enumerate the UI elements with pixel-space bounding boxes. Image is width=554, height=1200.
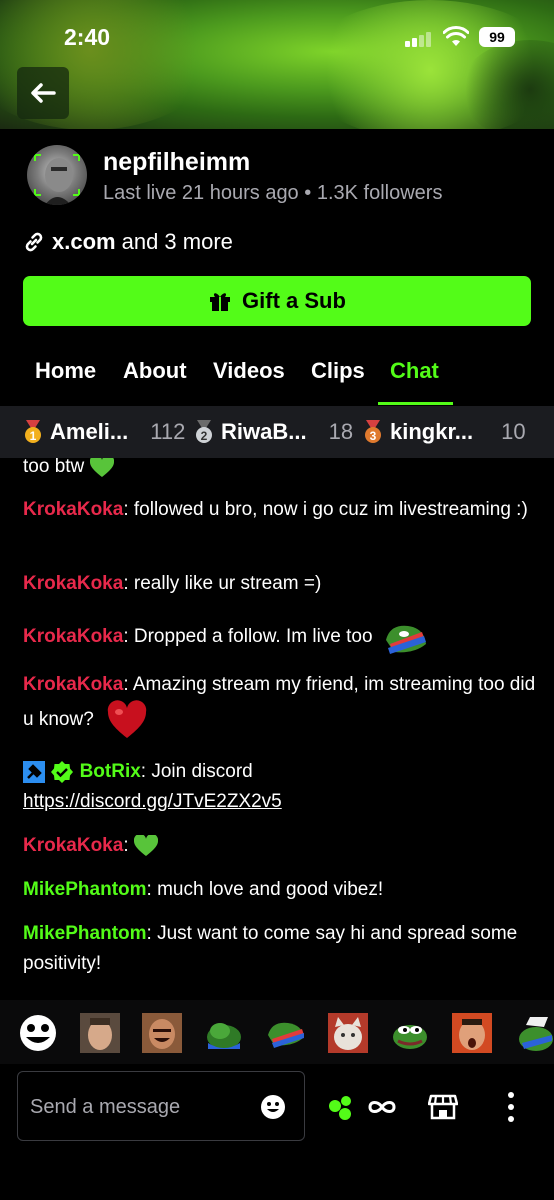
leaderboard-count: 18 bbox=[328, 419, 354, 444]
last-live-text: Last live 21 hours ago bbox=[103, 182, 299, 204]
tab-clips[interactable]: Clips bbox=[311, 358, 365, 384]
chat-message-fragment: too btw bbox=[23, 458, 538, 482]
meta-separator: • bbox=[304, 182, 312, 204]
troll-face-emote[interactable] bbox=[18, 1013, 58, 1053]
chat-message[interactable]: MikePhantom: Just want to come say hi an… bbox=[23, 919, 538, 979]
message-input-container[interactable] bbox=[17, 1071, 305, 1141]
verified-badge-icon bbox=[51, 760, 74, 783]
cat-emote[interactable] bbox=[328, 1013, 368, 1053]
laughing-face-emote[interactable] bbox=[142, 1013, 182, 1053]
chat-message-text: : followed u bro, now i go cuz im livest… bbox=[123, 499, 528, 520]
chat-username[interactable]: MikePhantom bbox=[23, 879, 147, 900]
gift-icon bbox=[210, 293, 231, 311]
battery-indicator: 99 bbox=[479, 27, 515, 47]
svg-text:2: 2 bbox=[201, 429, 208, 443]
chat-message-text: : Join discord bbox=[140, 761, 253, 782]
chat-username[interactable]: BotRix bbox=[80, 761, 141, 782]
svg-text:1: 1 bbox=[30, 429, 37, 443]
moderator-badge-icon bbox=[23, 760, 45, 783]
pepe-blue-emote[interactable] bbox=[204, 1013, 244, 1053]
chat-message[interactable]: KrokaKoka: Amazing stream my friend, im … bbox=[23, 670, 538, 740]
social-links[interactable]: x.com and 3 more bbox=[22, 229, 233, 255]
shocked-face-emote[interactable] bbox=[452, 1013, 492, 1053]
wifi-icon bbox=[443, 26, 469, 46]
chat-username[interactable]: KrokaKoka bbox=[23, 835, 123, 856]
more-options-button[interactable] bbox=[494, 1090, 528, 1124]
more-vertical-icon bbox=[508, 1092, 514, 1122]
chat-message-text: : bbox=[123, 835, 129, 856]
avatar[interactable] bbox=[27, 145, 87, 205]
chat-message-text: : really like ur stream =) bbox=[123, 573, 322, 594]
chat-message[interactable]: KrokaKoka: really like ur stream =) bbox=[23, 569, 538, 599]
tab-home[interactable]: Home bbox=[35, 358, 96, 384]
store-icon bbox=[428, 1094, 458, 1120]
back-button[interactable] bbox=[17, 67, 69, 119]
leaderboard-name: Ameli... bbox=[50, 419, 129, 444]
face-emote[interactable] bbox=[80, 1013, 120, 1053]
leaderboard-count: 112 bbox=[150, 419, 186, 444]
link-more[interactable]: and 3 more bbox=[122, 229, 233, 255]
infinity-button[interactable] bbox=[365, 1090, 399, 1124]
tab-about[interactable]: About bbox=[123, 358, 187, 384]
tab-videos[interactable]: Videos bbox=[213, 358, 285, 384]
pepe-rainbow-emote[interactable] bbox=[266, 1013, 306, 1053]
message-input[interactable] bbox=[30, 1092, 250, 1122]
back-arrow-icon bbox=[31, 83, 56, 103]
silver-medal-icon: 2 bbox=[196, 420, 212, 443]
green-heart-emoji bbox=[89, 458, 114, 477]
chat-message[interactable]: MikePhantom: much love and good vibez! bbox=[23, 875, 538, 905]
kicks-icon bbox=[329, 1096, 351, 1120]
chat-message-text: too btw bbox=[23, 458, 85, 477]
leaderboard-item[interactable]: 3 kingkr... 10 bbox=[362, 419, 526, 445]
green-heart-emoji bbox=[133, 834, 158, 856]
leaderboard-item[interactable]: 2 RiwaB... 18 bbox=[193, 419, 353, 445]
status-bar: 2:40 99 bbox=[0, 20, 554, 56]
tab-chat[interactable]: Chat bbox=[390, 358, 439, 384]
chat-feed[interactable]: too btw KrokaKoka: followed u bro, now i… bbox=[0, 458, 554, 998]
red-heart-emoji bbox=[107, 700, 147, 738]
channel-tabs: Home About Videos Clips Chat bbox=[0, 350, 554, 406]
channel-meta: Last live 21 hours ago • 1.3K followers bbox=[103, 182, 442, 205]
store-button[interactable] bbox=[426, 1090, 460, 1124]
link-icon bbox=[25, 232, 43, 252]
chat-username[interactable]: MikePhantom bbox=[23, 923, 147, 944]
chat-message-text: : Dropped a follow. Im live too bbox=[123, 626, 373, 648]
chat-message[interactable]: KrokaKoka: Dropped a follow. Im live too bbox=[23, 618, 538, 656]
pepe-smile-emote[interactable] bbox=[390, 1013, 430, 1053]
bronze-medal-icon: 3 bbox=[365, 420, 381, 443]
chat-message[interactable]: KrokaKoka: followed u bro, now i go cuz … bbox=[23, 495, 538, 525]
discord-link[interactable]: https://discord.gg/JTvE2ZX2v5 bbox=[23, 791, 282, 812]
gold-medal-icon: 1 bbox=[25, 420, 41, 443]
chat-username[interactable]: KrokaKoka bbox=[23, 499, 123, 520]
link-primary[interactable]: x.com bbox=[52, 229, 116, 255]
followers-count: 1.3K followers bbox=[316, 182, 443, 204]
svg-text:3: 3 bbox=[370, 429, 377, 443]
chat-username[interactable]: KrokaKoka bbox=[23, 626, 123, 647]
emoji-smile-icon[interactable] bbox=[260, 1094, 286, 1120]
chat-message[interactable]: BotRix: Join discord https://discord.gg/… bbox=[23, 757, 538, 817]
cellular-signal-icon bbox=[405, 31, 433, 47]
kicks-button[interactable] bbox=[324, 1090, 358, 1124]
channel-username: nepfilheimm bbox=[103, 148, 251, 176]
chat-username[interactable]: KrokaKoka bbox=[23, 573, 123, 594]
chat-message[interactable]: KrokaKoka: bbox=[23, 831, 538, 861]
leaderboard-name: kingkr... bbox=[390, 419, 474, 444]
gift-sub-label: Gift a Sub bbox=[242, 288, 346, 313]
pepe-hat-emote[interactable] bbox=[514, 1013, 554, 1053]
pepe-emote[interactable] bbox=[383, 618, 428, 656]
leaderboard-item[interactable]: 1 Ameli... 112 bbox=[22, 419, 185, 445]
gift-leaderboard[interactable]: 1 Ameli... 112 2 RiwaB... 18 3 kingkr...… bbox=[0, 406, 554, 458]
leaderboard-name: RiwaB... bbox=[221, 419, 307, 444]
status-time: 2:40 bbox=[64, 24, 111, 50]
chat-username[interactable]: KrokaKoka bbox=[23, 674, 123, 695]
leaderboard-count: 10 bbox=[501, 419, 526, 444]
gift-sub-button[interactable]: Gift a Sub bbox=[23, 276, 531, 326]
chat-message-text: : much love and good vibez! bbox=[146, 879, 384, 900]
active-tab-indicator bbox=[378, 402, 453, 405]
emote-quick-bar bbox=[0, 1000, 554, 1064]
infinity-icon bbox=[368, 1101, 396, 1113]
